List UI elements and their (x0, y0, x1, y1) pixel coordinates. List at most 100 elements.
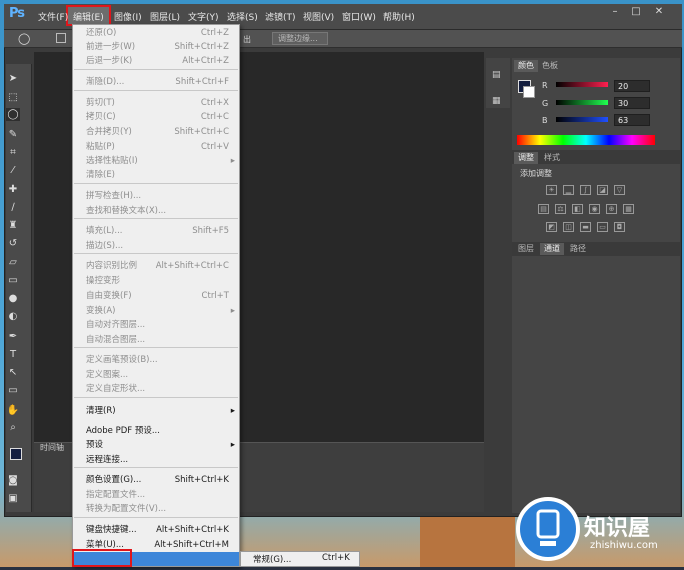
properties-panel-icon[interactable]: ▦ (492, 96, 504, 106)
blur-tool-icon[interactable]: ● (6, 292, 20, 305)
lasso-tool-preset-icon[interactable]: ◯ (18, 33, 32, 45)
channel-g-value[interactable]: 30 (614, 97, 650, 109)
brush-tool-icon[interactable]: ∕ (6, 201, 20, 214)
edit-menu-item: 指定配置文件... (73, 488, 239, 502)
menu-filter[interactable]: 滤镜(T) (265, 10, 296, 24)
invert-adjust-icon[interactable]: ◩ (546, 222, 557, 232)
channel-b-slider[interactable] (556, 117, 608, 122)
edit-menu-item[interactable]: 预设 ▸ (73, 438, 239, 452)
photoshop-logo: Ps (9, 6, 25, 21)
edit-menu-item-label: 变换(A) (86, 306, 116, 316)
color-lookup-adjust-icon[interactable]: ▦ (623, 204, 634, 214)
edit-menu-item[interactable]: 颜色设置(G)... Shift+Ctrl+K (73, 473, 239, 487)
edit-menu-item-label: 拷贝(C) (86, 112, 116, 122)
edit-menu-item-label: 远程连接... (86, 455, 129, 465)
menu-window[interactable]: 窗口(W) (342, 10, 376, 24)
menu-separator (74, 69, 238, 70)
menu-layer[interactable]: 图层(L) (150, 10, 180, 24)
edit-menu-item[interactable]: Adobe PDF 预设... (73, 424, 239, 438)
eyedropper-tool-icon[interactable]: ⁄ (6, 164, 20, 177)
brightness-adjust-icon[interactable]: ☀ (546, 185, 557, 195)
edit-menu-item-shortcut: Shift+Ctrl+C (174, 127, 229, 137)
menu-help[interactable]: 帮助(H) (383, 10, 415, 24)
tab-layers[interactable]: 图层 (514, 243, 538, 255)
close-button[interactable]: ✕ (652, 6, 666, 18)
history-panel-icon[interactable]: ▤ (492, 70, 504, 80)
levels-adjust-icon[interactable]: ▁ (563, 185, 574, 195)
black-white-adjust-icon[interactable]: ◧ (572, 204, 583, 214)
menu-separator (74, 467, 238, 468)
type-tool-icon[interactable]: T (6, 348, 20, 361)
move-tool-icon[interactable]: ➤ (6, 72, 20, 85)
menu-view[interactable]: 视图(V) (303, 10, 334, 24)
edit-menu-item-label: 填充(L)... (86, 226, 123, 236)
screen-mode-icon[interactable]: ▣ (6, 492, 20, 505)
quick-mask-icon[interactable]: ◙ (6, 474, 20, 487)
tab-adjustments[interactable]: 调整 (514, 152, 538, 164)
edit-menu-item-label: 剪切(T) (86, 98, 115, 108)
edit-menu-item-label: 转换为配置文件(V)... (86, 504, 167, 514)
menu-separator (74, 253, 238, 254)
foreground-color-swatch[interactable] (10, 448, 22, 460)
menu-edit[interactable]: 编辑(E) (73, 10, 104, 24)
channel-mixer-adjust-icon[interactable]: ⊕ (606, 204, 617, 214)
tab-styles[interactable]: 样式 (540, 152, 564, 164)
menu-separator (74, 218, 238, 219)
gradient-map-adjust-icon[interactable]: ▭ (597, 222, 608, 232)
menu-separator (74, 347, 238, 348)
shape-tool-icon[interactable]: ▭ (6, 384, 20, 397)
dodge-tool-icon[interactable]: ◐ (6, 310, 20, 323)
color-panel-bg-swatch[interactable] (523, 86, 535, 98)
edit-menu-item: 内容识别比例 Alt+Shift+Ctrl+C (73, 259, 239, 273)
healing-brush-tool-icon[interactable]: ✚ (6, 183, 20, 196)
vibrance-adjust-icon[interactable]: ▽ (614, 185, 625, 195)
clone-stamp-tool-icon[interactable]: ♜ (6, 219, 20, 232)
refine-edge-button[interactable]: 调整边缘... (272, 32, 328, 45)
edit-menu-item[interactable]: 键盘快捷键... Alt+Shift+Ctrl+K (73, 523, 239, 537)
marquee-tool-icon[interactable]: ⬚ (6, 91, 20, 104)
tab-channels[interactable]: 通道 (540, 243, 564, 255)
edit-menu-item[interactable]: 远程连接... (73, 453, 239, 467)
menu-file[interactable]: 文件(F) (38, 10, 68, 24)
threshold-adjust-icon[interactable]: ▬ (580, 222, 591, 232)
channel-r-slider[interactable] (556, 82, 608, 87)
pen-tool-icon[interactable]: ✒ (6, 330, 20, 343)
exposure-adjust-icon[interactable]: ◪ (597, 185, 608, 195)
tab-swatches[interactable]: 色板 (538, 60, 562, 72)
edit-menu-item-shortcut: Shift+Ctrl+Z (174, 42, 229, 52)
history-brush-tool-icon[interactable]: ↺ (6, 237, 20, 250)
edit-menu-item-shortcut: Ctrl+T (201, 291, 229, 301)
channel-r-value[interactable]: 20 (614, 80, 650, 92)
crop-tool-icon[interactable]: ⌗ (6, 146, 20, 159)
path-select-tool-icon[interactable]: ↖ (6, 366, 20, 379)
hand-tool-icon[interactable]: ✋ (6, 404, 20, 417)
timeline-tab[interactable]: 时间轴 (40, 442, 70, 454)
lasso-tool-icon[interactable]: ◯ (6, 108, 20, 121)
edit-menu-item-label: 后退一步(K) (86, 56, 133, 66)
menu-select[interactable]: 选择(S) (227, 10, 258, 24)
curves-adjust-icon[interactable]: ∫ (580, 185, 591, 195)
photo-filter-adjust-icon[interactable]: ◉ (589, 204, 600, 214)
posterize-adjust-icon[interactable]: ◫ (563, 222, 574, 232)
color-balance-adjust-icon[interactable]: ⚖ (555, 204, 566, 214)
edit-menu-item-label: 渐隐(D)... (86, 77, 125, 87)
new-selection-icon[interactable] (56, 33, 66, 43)
menu-image[interactable]: 图像(I) (114, 10, 142, 24)
hue-saturation-adjust-icon[interactable]: ▤ (538, 204, 549, 214)
selective-color-adjust-icon[interactable]: ◘ (614, 222, 625, 232)
maximize-button[interactable]: □ (629, 6, 643, 18)
menu-type[interactable]: 文字(Y) (188, 10, 219, 24)
tab-color[interactable]: 颜色 (514, 60, 538, 72)
edit-menu-item-label: 操控变形 (86, 276, 121, 286)
minimize-button[interactable]: – (608, 6, 622, 18)
submenu-general[interactable]: 常规(G)... (253, 553, 291, 565)
tab-paths[interactable]: 路径 (566, 243, 590, 255)
channel-b-value[interactable]: 63 (614, 114, 650, 126)
zoom-tool-icon[interactable]: ⌕ (6, 421, 20, 434)
eraser-tool-icon[interactable]: ▱ (6, 256, 20, 269)
color-spectrum-bar[interactable] (517, 135, 655, 145)
gradient-tool-icon[interactable]: ▭ (6, 274, 20, 287)
quick-select-tool-icon[interactable]: ✎ (6, 128, 20, 141)
channel-g-slider[interactable] (556, 100, 608, 105)
edit-menu-item[interactable]: 清理(R) ▸ (73, 404, 239, 418)
